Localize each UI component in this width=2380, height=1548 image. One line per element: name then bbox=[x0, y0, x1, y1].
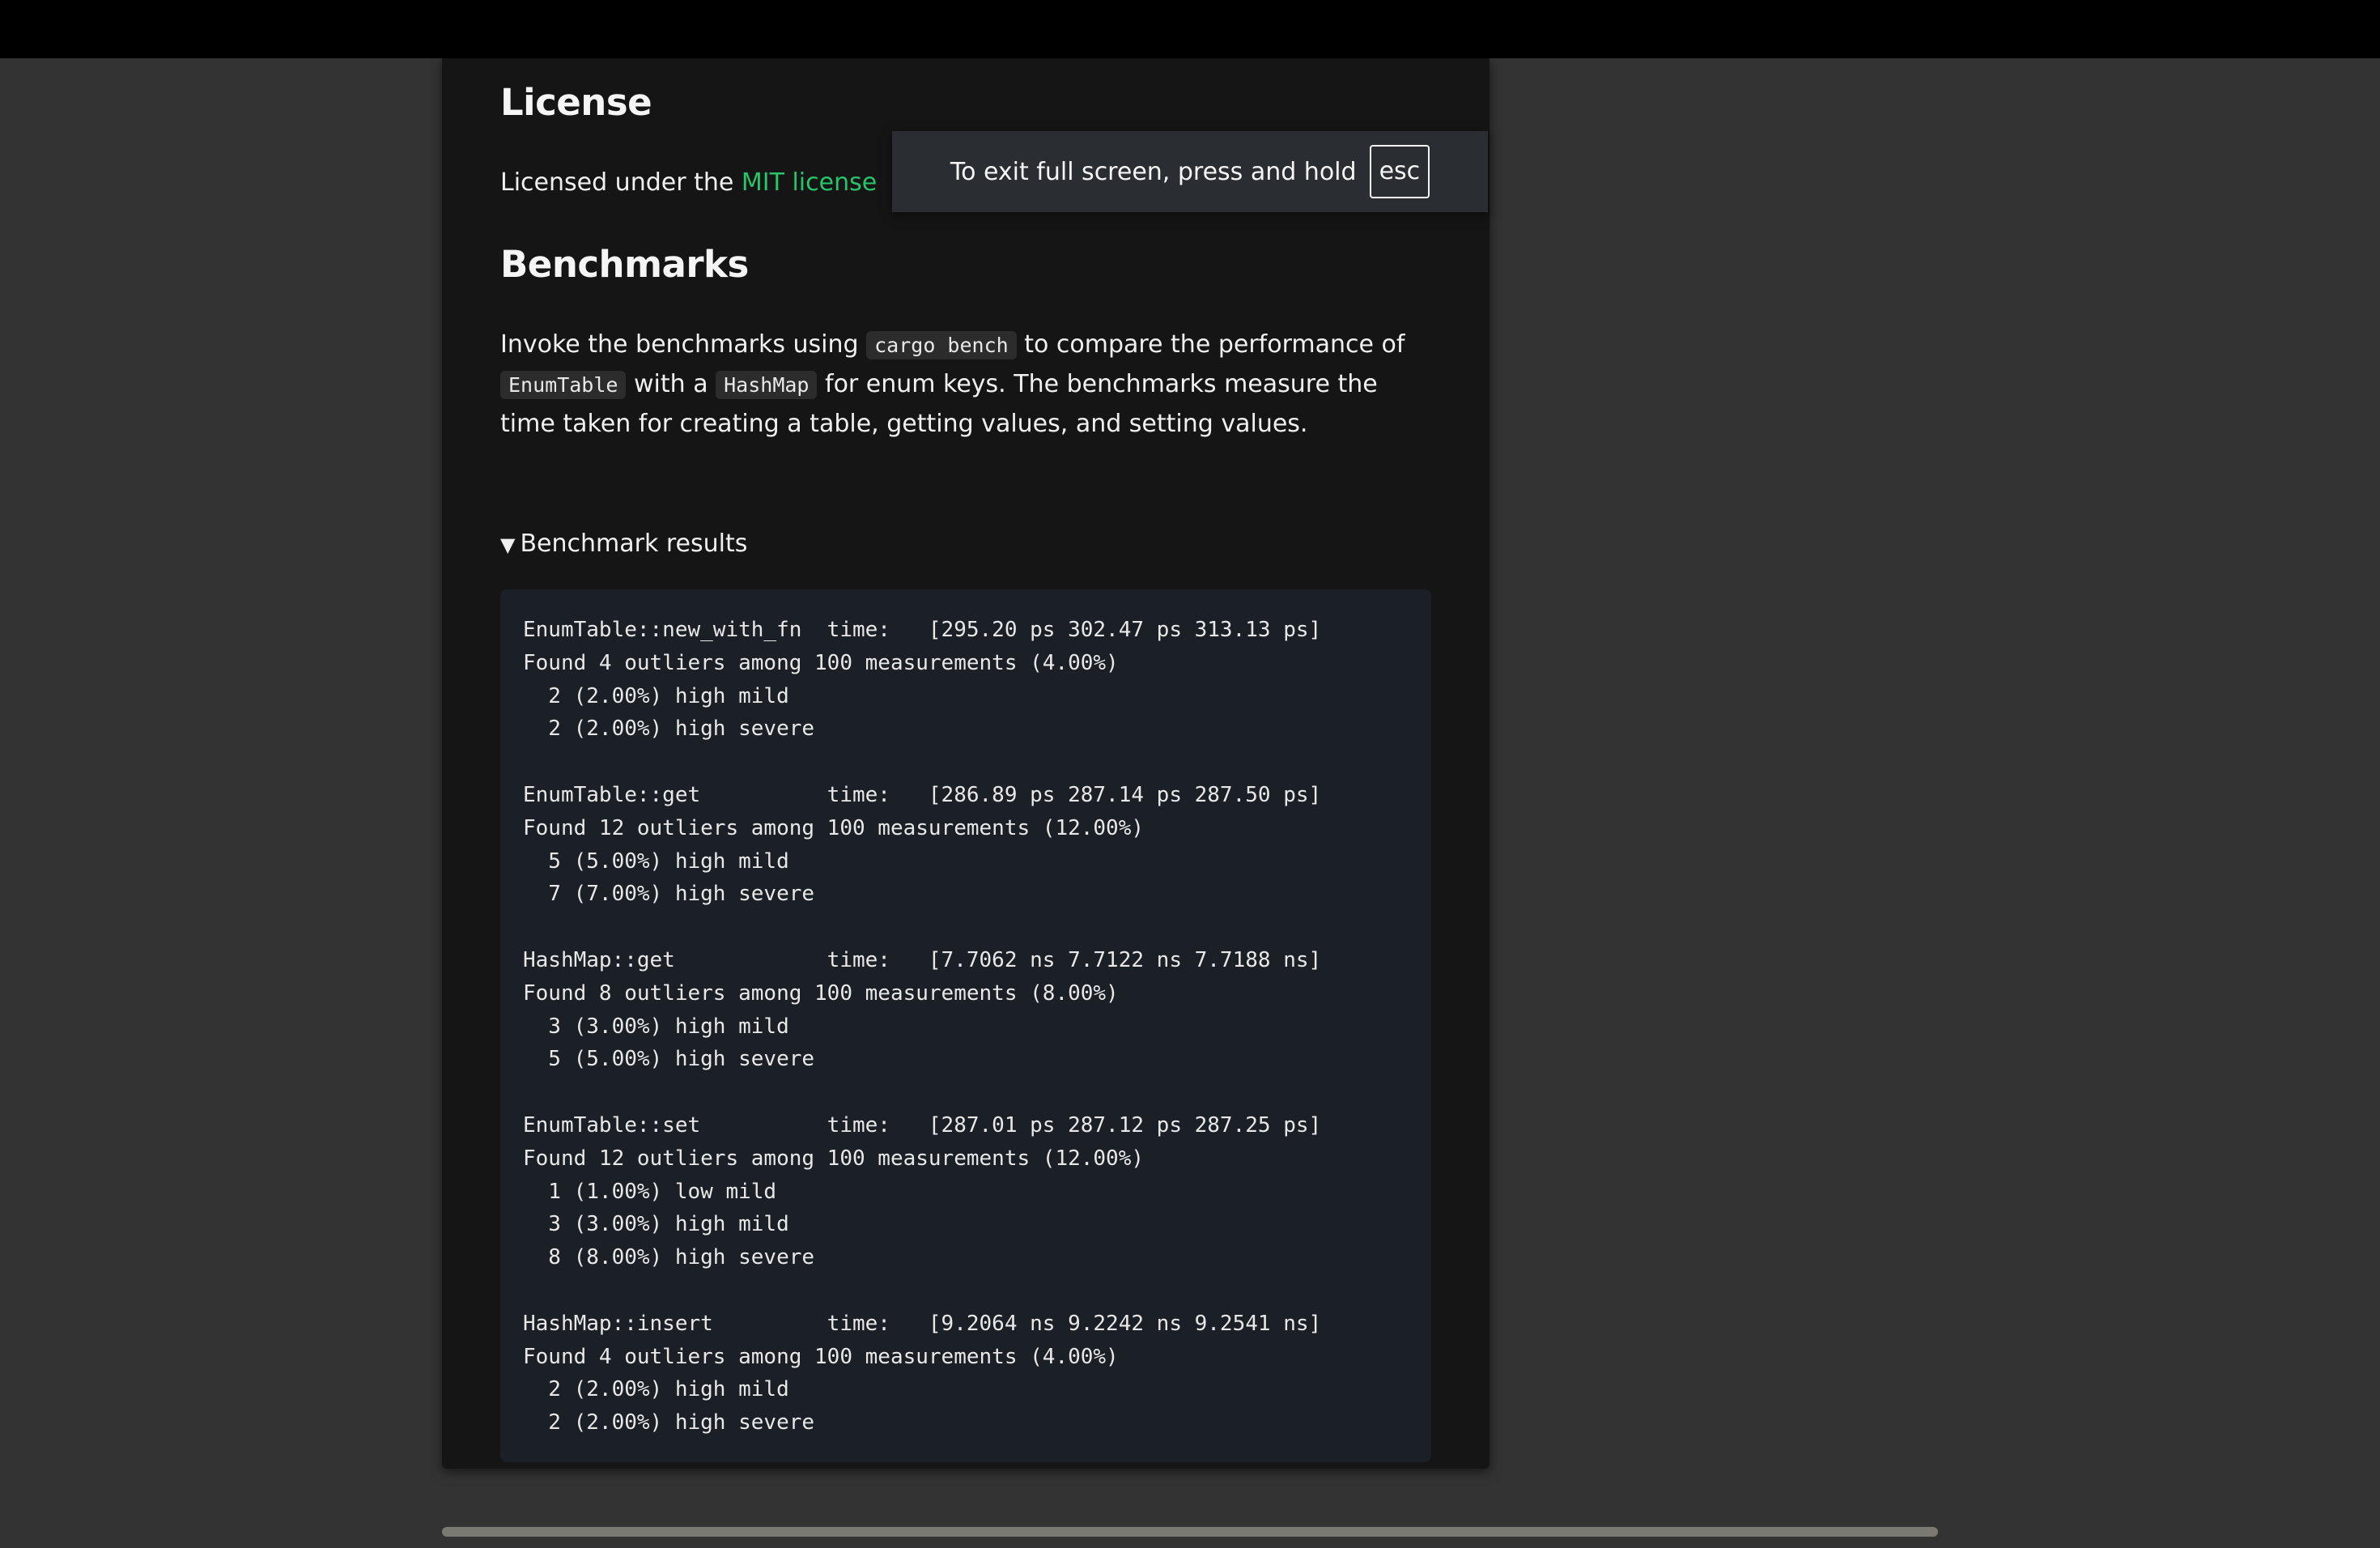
benchmark-results-label: Benchmark results bbox=[520, 529, 748, 558]
benchmark-results-text: EnumTable::new_with_fn time: [295.20 ps … bbox=[523, 618, 1322, 1435]
disclosure-triangle-icon: ▼ bbox=[500, 534, 516, 556]
code-hashmap: HashMap bbox=[716, 371, 818, 399]
code-cargo-bench: cargo bench bbox=[866, 331, 1017, 359]
desc-part-1: Invoke the benchmarks using bbox=[500, 330, 867, 359]
esc-key-badge: esc bbox=[1369, 145, 1430, 198]
benchmarks-description: Invoke the benchmarks using cargo bench … bbox=[500, 325, 1428, 444]
desc-part-3: with a bbox=[626, 370, 716, 398]
code-enumtable: EnumTable bbox=[500, 371, 627, 399]
benchmark-results-toggle[interactable]: ▼ Benchmark results bbox=[500, 529, 747, 558]
benchmark-results-code-block: EnumTable::new_with_fn time: [295.20 ps … bbox=[500, 589, 1431, 1462]
benchmarks-heading: Benchmarks bbox=[500, 243, 749, 286]
horizontal-scrollbar[interactable] bbox=[442, 1527, 1938, 1537]
readme-article: License Licensed under the MIT license B… bbox=[442, 58, 1490, 1469]
license-heading: License bbox=[500, 81, 652, 124]
mit-license-link[interactable]: MIT license bbox=[742, 168, 877, 197]
license-text: Licensed under the MIT license bbox=[500, 168, 877, 197]
top-bar bbox=[0, 0, 2380, 58]
license-text-prefix: Licensed under the bbox=[500, 168, 742, 197]
toast-message: To exit full screen, press and hold bbox=[950, 157, 1357, 186]
desc-part-2: to compare the performance of bbox=[1016, 330, 1405, 359]
fullscreen-exit-toast: To exit full screen, press and hold esc bbox=[892, 131, 1488, 212]
